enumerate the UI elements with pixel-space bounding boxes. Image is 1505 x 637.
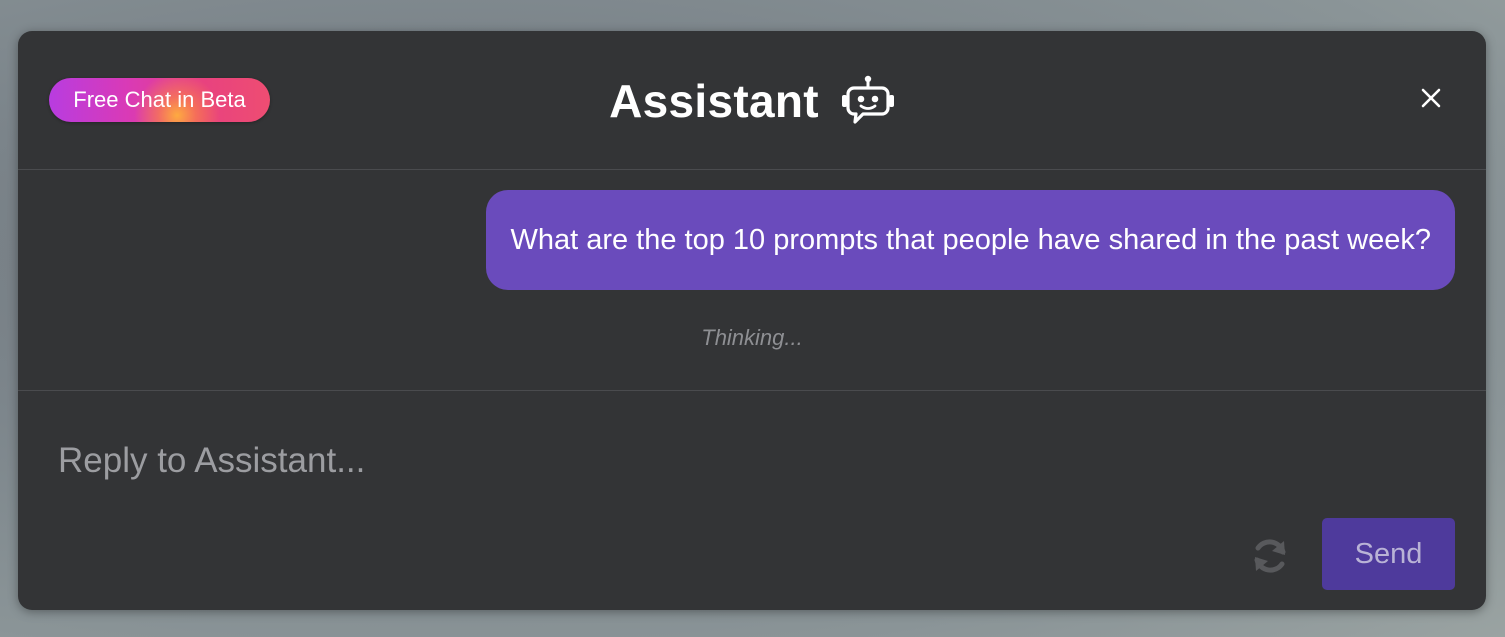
robot-chat-icon (841, 75, 894, 124)
close-icon (1421, 88, 1441, 108)
close-button[interactable] (1416, 83, 1446, 113)
dialog-header: Free Chat in Beta Assistant (18, 31, 1486, 170)
refresh-icon (1254, 539, 1286, 573)
assistant-chat-dialog: Free Chat in Beta Assistant What are the… (18, 31, 1486, 610)
composer: Send (18, 391, 1486, 610)
reply-input[interactable] (58, 431, 1438, 491)
regenerate-button[interactable] (1249, 535, 1291, 577)
user-message-bubble: What are the top 10 prompts that people … (486, 190, 1455, 290)
send-button[interactable]: Send (1322, 518, 1455, 590)
chat-message-list: What are the top 10 prompts that people … (18, 170, 1486, 391)
thinking-status: Thinking... (701, 325, 803, 350)
dialog-title-group: Assistant (18, 69, 1486, 133)
dialog-title: Assistant (609, 75, 819, 127)
